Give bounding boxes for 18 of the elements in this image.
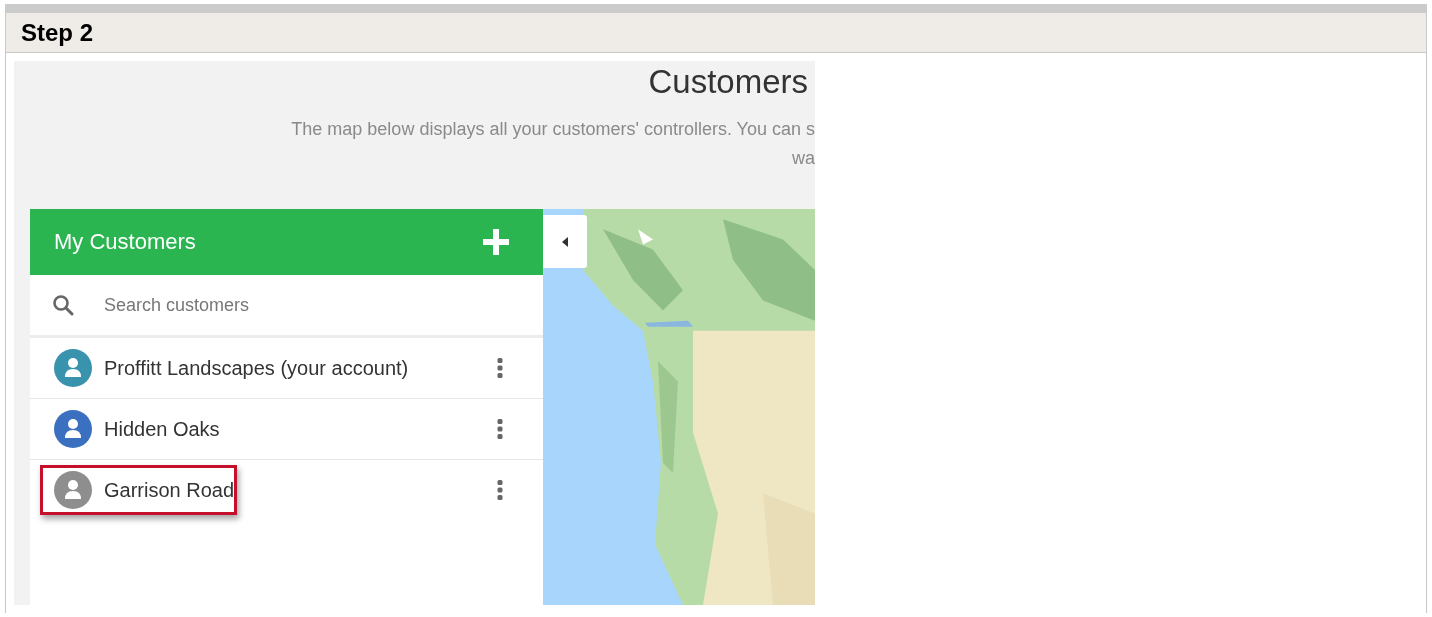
intro-text: The map below displays all your customers' controllers. You can s [291,118,815,141]
intro-text: wa [792,147,815,170]
more-icon[interactable] [497,419,503,439]
customer-name: Proffitt Landscapes (your account) [104,356,409,380]
search-field[interactable]: Search customers [102,293,486,317]
caret-icon [562,236,568,247]
customer-item[interactable]: Proffitt Landscapes (your account) [40,343,412,393]
customer-name: Hidden Oaks [104,417,220,441]
customer-item[interactable]: Hidden Oaks [40,404,223,454]
customer-name: Garrison Road [104,478,235,502]
search-icon [52,294,74,316]
panel-title: My Customers [54,229,196,255]
more-icon[interactable] [497,480,503,500]
add-icon[interactable] [483,229,509,255]
customer-item[interactable]: Garrison Road [40,465,238,515]
page-title: Customers [648,62,809,101]
more-icon[interactable] [497,358,503,378]
step-title: Step 2 [21,18,94,47]
